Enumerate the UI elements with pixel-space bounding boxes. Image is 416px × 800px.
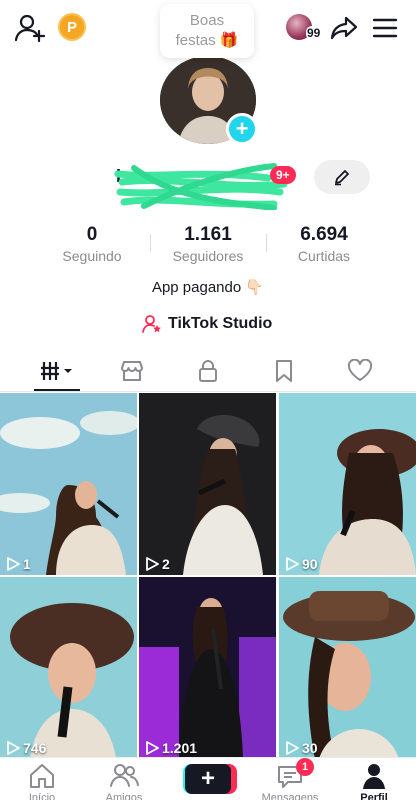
stat-likes-label: Curtidas xyxy=(297,248,351,264)
friends-count: 99 xyxy=(306,26,322,40)
stat-followers[interactable]: 1.161 Seguidores xyxy=(148,224,268,264)
edit-profile-button[interactable] xyxy=(314,160,370,194)
nav-profile-label: Perfil xyxy=(360,792,388,800)
video-views: 1 xyxy=(6,556,31,572)
nav-friends-label: Amigos xyxy=(105,792,143,800)
heart-icon xyxy=(347,359,373,381)
shop-icon xyxy=(121,361,143,381)
username-row: Is 9+ xyxy=(0,158,416,210)
nav-profile[interactable]: Perfil xyxy=(334,758,414,800)
friends-icon xyxy=(110,764,139,787)
nav-home[interactable]: Início xyxy=(2,758,82,800)
play-icon xyxy=(146,741,159,755)
studio-user-icon xyxy=(142,315,161,333)
video-thumbnail-image xyxy=(139,577,276,759)
video-views-count: 1.201 xyxy=(162,740,198,756)
active-tab-indicator xyxy=(34,389,80,391)
video-views-count: 90 xyxy=(302,556,318,572)
video-thumbnail[interactable]: 1.201 xyxy=(139,577,276,759)
video-views: 746 xyxy=(6,740,46,756)
video-views: 90 xyxy=(285,556,318,572)
video-views-count: 2 xyxy=(162,556,170,572)
video-thumbnail[interactable]: 2 xyxy=(139,393,276,575)
tab-shop[interactable] xyxy=(102,350,162,392)
video-thumbnail-image xyxy=(139,393,276,575)
profile-stats: 0 Seguindo 1.161 Seguidores 6.694 Curtid… xyxy=(0,224,416,272)
video-views-count: 1 xyxy=(23,556,31,572)
bottom-navigation: Início Amigos + Mensagens 1 Perfil xyxy=(0,757,416,800)
stat-followers-label: Seguidores xyxy=(172,248,244,264)
add-user-icon[interactable] xyxy=(14,12,46,44)
tab-saved[interactable] xyxy=(254,350,314,392)
pencil-icon xyxy=(335,170,349,186)
stat-following-value: 0 xyxy=(86,224,98,245)
holiday-banner-line2: festas 🎁 xyxy=(175,32,239,49)
top-bar: P Boas festas 🎁 99 xyxy=(0,0,416,58)
share-icon[interactable] xyxy=(329,13,359,43)
video-views: 2 xyxy=(145,556,170,572)
video-views: 1.201 xyxy=(145,740,197,756)
profile-icon xyxy=(363,764,385,789)
video-thumbnail-image xyxy=(279,393,416,575)
holiday-banner[interactable]: Boas festas 🎁 xyxy=(160,4,254,58)
inbox-badge: 1 xyxy=(296,758,314,776)
bookmark-icon xyxy=(276,360,292,382)
stat-following[interactable]: 0 Seguindo xyxy=(32,224,152,264)
create-button[interactable]: + xyxy=(183,764,237,794)
stat-following-label: Seguindo xyxy=(62,248,122,264)
video-thumbnail[interactable]: 30 xyxy=(279,577,416,759)
home-icon xyxy=(30,764,54,788)
stat-likes[interactable]: 6.694 Curtidas xyxy=(264,224,384,264)
lock-icon xyxy=(199,360,217,382)
tiktok-studio-link[interactable]: TikTok Studio xyxy=(142,312,272,336)
add-story-button[interactable]: + xyxy=(226,113,258,145)
notification-badge: 9+ xyxy=(270,166,296,184)
holiday-banner-line1: Boas xyxy=(189,12,225,29)
profile-bio: App pagando 👇🏻 xyxy=(151,279,265,296)
video-thumbnail[interactable]: 1 xyxy=(0,393,137,575)
tab-liked[interactable] xyxy=(330,350,390,392)
menu-icon[interactable] xyxy=(372,15,398,41)
nav-inbox-label: Mensagens xyxy=(261,792,319,800)
video-views-count: 30 xyxy=(302,740,318,756)
tiktok-studio-label: TikTok Studio xyxy=(168,315,273,332)
video-thumbnail[interactable]: 90 xyxy=(279,393,416,575)
stat-likes-value: 6.694 xyxy=(300,224,348,245)
video-views-count: 746 xyxy=(23,740,47,756)
coin-icon[interactable]: P xyxy=(58,13,86,41)
video-thumbnail-image xyxy=(0,577,137,759)
tab-videos[interactable] xyxy=(28,350,88,392)
nav-inbox[interactable]: Mensagens xyxy=(250,758,330,800)
content-tabs xyxy=(0,350,416,392)
play-icon xyxy=(286,557,299,571)
nav-home-label: Início xyxy=(28,792,56,800)
video-views: 30 xyxy=(285,740,318,756)
redaction-scribble xyxy=(114,163,288,210)
video-thumbnail[interactable]: 746 xyxy=(0,577,137,759)
play-icon xyxy=(7,741,20,755)
play-icon xyxy=(146,557,159,571)
nav-friends[interactable]: Amigos xyxy=(84,758,164,800)
video-thumbnail-image xyxy=(0,393,137,575)
play-icon xyxy=(7,557,20,571)
plus-icon: + xyxy=(185,764,231,794)
tab-private[interactable] xyxy=(178,350,238,392)
videos-grid-icon xyxy=(41,362,72,380)
video-grid: 1 2 90 746 1.201 30 xyxy=(0,393,416,759)
video-thumbnail-image xyxy=(279,577,416,759)
play-icon xyxy=(286,741,299,755)
stat-followers-value: 1.161 xyxy=(184,224,232,245)
